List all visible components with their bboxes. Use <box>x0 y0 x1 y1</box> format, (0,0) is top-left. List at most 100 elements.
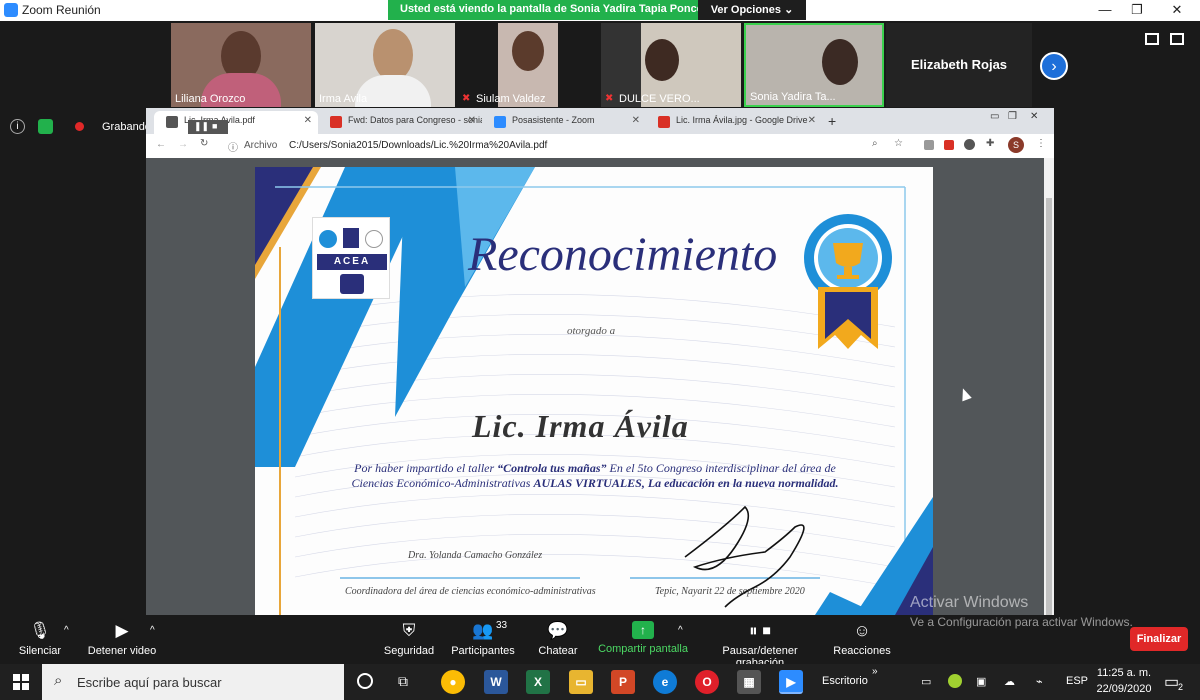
extension-icon[interactable] <box>924 140 934 150</box>
pause-stop-recording-button[interactable]: ⏸ ⏹ Pausar/detener grabación <box>698 615 822 669</box>
share-screen-button[interactable]: ↑ Compartir pantalla <box>598 615 688 664</box>
close-tab-icon[interactable]: ✕ <box>468 115 476 126</box>
bookmark-star-icon[interactable]: ☆ <box>894 138 903 149</box>
tray-app-icon[interactable] <box>948 674 962 688</box>
language-indicator[interactable]: ESP <box>1066 675 1088 687</box>
calculator-app-icon[interactable]: ▦ <box>737 670 761 694</box>
info-icon[interactable]: i <box>10 119 25 134</box>
word-app-icon[interactable]: W <box>484 670 508 694</box>
clock-time[interactable]: 11:25 a. m. <box>1096 667 1152 679</box>
mute-button[interactable]: 🎙 Silenciar <box>12 615 68 664</box>
stop-recording-icon[interactable]: ■ <box>212 121 217 131</box>
url-field[interactable]: C:/Users/Sonia2015/Downloads/Lic.%20Irma… <box>289 140 547 151</box>
scrollbar[interactable] <box>1044 158 1054 615</box>
search-icon: ⌕ <box>54 672 63 689</box>
close-tab-icon[interactable]: ✕ <box>808 115 816 126</box>
back-icon[interactable]: ← <box>156 139 166 150</box>
participant-name: Sonia Yadira Ta... <box>750 91 836 103</box>
chat-button[interactable]: 💬 Chatear <box>536 615 580 664</box>
share-banner-text: Usted está viendo la pantalla de Sonia Y… <box>400 3 703 15</box>
windows-start-icon[interactable] <box>13 674 29 690</box>
participants-label: Participantes <box>451 645 515 657</box>
browser-tab[interactable]: Posasistente - Zoom ✕ <box>482 111 646 134</box>
browser-tab[interactable]: Lic. Irma Ávila.jpg - Google Drive ✕ <box>646 111 822 134</box>
screen-share-banner: Usted está viendo la pantalla de Sonia Y… <box>388 0 806 20</box>
maximize-button[interactable]: ❐ <box>1120 1 1154 19</box>
excel-app-icon[interactable]: X <box>526 670 550 694</box>
view-layout-icon[interactable] <box>1145 33 1159 45</box>
zoom-app-icon[interactable]: ▶ <box>779 670 803 694</box>
opera-app-icon[interactable]: O <box>695 670 719 694</box>
desktop-chevron-icon[interactable]: » <box>872 666 878 677</box>
powerpoint-app-icon[interactable]: P <box>611 670 635 694</box>
browser-minimize-icon[interactable]: ▭ <box>990 111 999 122</box>
file-explorer-icon[interactable]: ▭ <box>569 670 593 694</box>
close-tab-icon[interactable]: ✕ <box>632 115 640 126</box>
browser-restore-icon[interactable]: ❐ <box>1008 111 1017 122</box>
participant-tile[interactable]: Liliana Orozco <box>171 23 311 107</box>
info-circle-icon: ⓘ <box>228 143 238 154</box>
profile-avatar[interactable]: S <box>1008 137 1024 153</box>
extension-icon[interactable] <box>964 139 975 150</box>
shared-screen: Lic. Irma Avila.pdf ✕ ❚❚ ■ Fwd: Datos pa… <box>146 108 1054 615</box>
scrollbar-thumb[interactable] <box>1046 198 1052 615</box>
security-shield-icon[interactable] <box>38 119 53 134</box>
next-page-icon[interactable]: › <box>1040 52 1068 80</box>
share-options-chevron-icon[interactable]: ^ <box>678 625 683 636</box>
close-button[interactable]: ✕ <box>1160 1 1194 19</box>
recipient-name: Lic. Irma Ávila <box>472 408 689 444</box>
browser-close-icon[interactable]: ✕ <box>1030 111 1038 122</box>
university-shield-icon <box>343 228 359 248</box>
signer-name: Dra. Yolanda Camacho González <box>408 550 543 561</box>
edge-app-icon[interactable]: e <box>653 670 677 694</box>
stop-video-button[interactable]: ▶ Detener video <box>84 615 160 664</box>
notification-center-icon[interactable]: ▭ <box>1164 672 1179 692</box>
browser-tab[interactable]: Fwd: Datos para Congreso - sonia ✕ <box>318 111 482 134</box>
browser-menu-icon[interactable]: ⋮ <box>1036 138 1046 149</box>
recording-pause-controls[interactable]: ❚❚ ■ <box>188 120 228 134</box>
video-options-chevron-icon[interactable]: ^ <box>150 625 155 636</box>
activation-subtitle: Ve a Configuración para activar Windows. <box>910 615 1133 629</box>
participant-tile-featured[interactable]: Elizabeth Rojas <box>886 23 1032 107</box>
certificate-body: Por haber impartido el taller “Controla … <box>315 461 875 491</box>
view-options-button[interactable]: Ver Opciones ⌄ <box>698 0 806 20</box>
extension-icon[interactable] <box>944 140 954 150</box>
reload-icon[interactable]: ↻ <box>200 138 208 149</box>
zoom-search-icon[interactable]: ⌕ <box>872 138 878 149</box>
acea-emblem-icon <box>340 274 364 294</box>
browser-tab[interactable]: Lic. Irma Avila.pdf ✕ <box>154 111 318 134</box>
minimize-button[interactable]: — <box>1088 1 1122 19</box>
cortana-icon[interactable] <box>357 673 373 689</box>
chrome-app-icon[interactable]: ● <box>441 670 465 694</box>
close-tab-icon[interactable]: ✕ <box>304 115 312 126</box>
fullscreen-icon[interactable] <box>1170 33 1184 45</box>
participant-tile[interactable]: Irma Avila <box>315 23 455 107</box>
network-icon[interactable]: ⌁ <box>1036 675 1043 688</box>
reactions-button[interactable]: ☺ Reacciones <box>832 615 892 664</box>
clock-date[interactable]: 22/09/2020 <box>1096 683 1152 695</box>
taskbar-search-input[interactable]: ⌕ Escribe aquí para buscar <box>42 664 344 700</box>
participant-tile[interactable]: ✖ DULCE VERO... <box>601 23 741 107</box>
certificate-title: Reconocimiento <box>468 228 778 281</box>
chat-bubble-icon: 💬 <box>547 621 569 640</box>
desktop-label[interactable]: Escritorio <box>822 675 868 687</box>
body-text: Ciencias Económico-Administrativas <box>351 476 534 490</box>
pause-recording-icon[interactable]: ❚❚ <box>194 121 209 132</box>
place-date: Tepic, Nayarit 22 de septiembre 2020 <box>655 586 805 597</box>
end-meeting-button[interactable]: Finalizar <box>1130 627 1188 651</box>
participant-tile-active-speaker[interactable]: Sonia Yadira Ta... <box>744 23 884 107</box>
tray-icon[interactable]: ▣ <box>976 675 986 688</box>
participant-video-face <box>512 31 544 71</box>
participant-name: Irma Avila <box>319 93 368 105</box>
task-view-icon[interactable]: ⧉ <box>398 673 408 690</box>
security-button[interactable]: ⛨ Seguridad <box>382 615 436 664</box>
muted-mic-icon: ✖ <box>462 93 471 104</box>
tray-icon[interactable]: ▭ <box>921 675 931 688</box>
tray-icon[interactable]: ☁ <box>1004 675 1015 688</box>
university-seal-icon <box>319 230 337 248</box>
audio-options-chevron-icon[interactable]: ^ <box>64 625 69 636</box>
extensions-puzzle-icon[interactable]: ✚ <box>986 138 994 149</box>
participant-tile[interactable]: ✖ Siulam Valdez <box>458 23 558 107</box>
new-tab-button[interactable]: + <box>828 113 836 129</box>
forward-icon[interactable]: → <box>178 139 188 150</box>
